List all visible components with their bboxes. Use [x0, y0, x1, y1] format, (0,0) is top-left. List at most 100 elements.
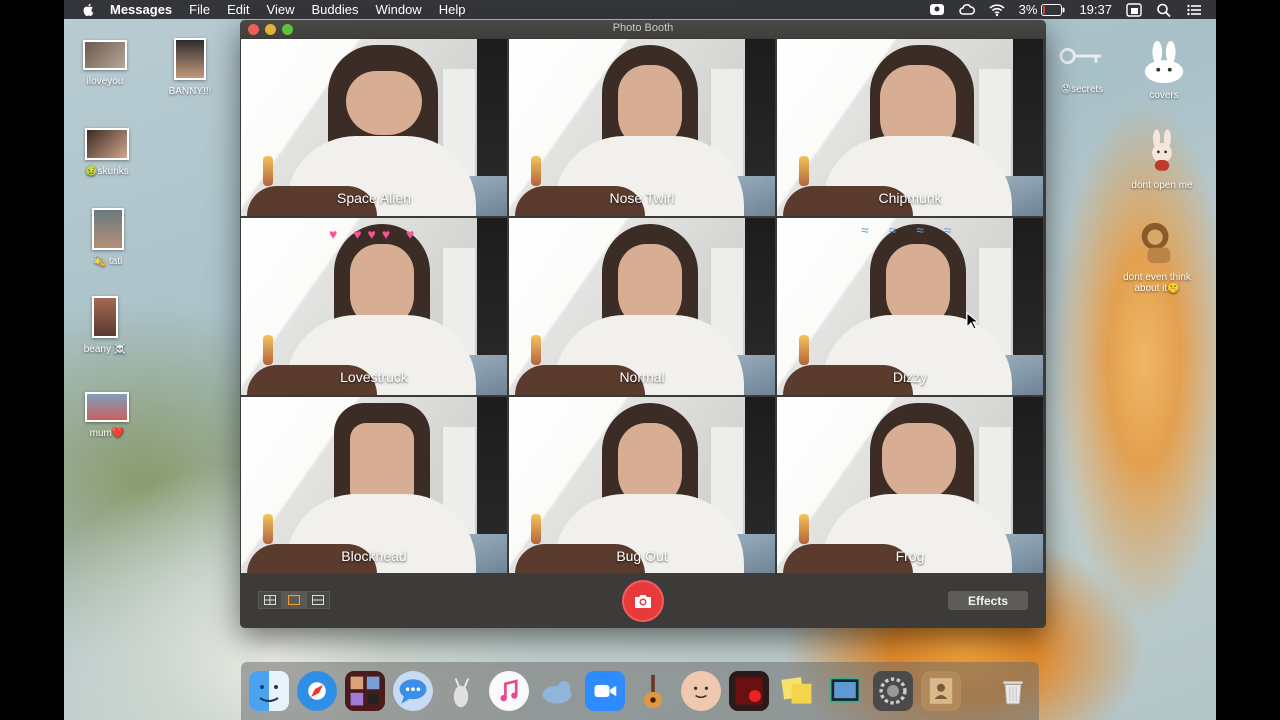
effect-tile-lovestruck[interactable]: ♥ ♥♥♥ ♥ Lovestruck: [241, 218, 507, 395]
menu-file[interactable]: File: [189, 2, 210, 17]
lion-sticker-icon: [1141, 222, 1171, 264]
desktop-icon-dont-even-think[interactable]: dont even think about it🤫: [1112, 218, 1202, 294]
effect-tile-space-alien[interactable]: Space Alien: [241, 39, 507, 216]
notification-center-icon[interactable]: [1186, 3, 1202, 17]
single-frame-icon: [288, 595, 300, 605]
menu-bar: Messages File Edit View Buddies Window H…: [64, 0, 1216, 19]
effect-tile-nose-twirl[interactable]: Nose Twirl: [509, 39, 775, 216]
trash-icon[interactable]: [993, 671, 1033, 711]
stickies-icon[interactable]: [777, 671, 817, 711]
effect-label: Bug Out: [616, 548, 668, 564]
messages-icon[interactable]: [393, 671, 433, 711]
effect-label: Blockhead: [341, 548, 407, 564]
photo-thumbnail: [85, 128, 129, 160]
desktop-icon-covers[interactable]: covers: [1124, 40, 1204, 101]
single-photo-button[interactable]: [282, 591, 306, 609]
desktop-icon-beany[interactable]: beany ☠️: [65, 296, 145, 355]
calendar-icon[interactable]: [1126, 2, 1142, 17]
system-preferences-icon[interactable]: [873, 671, 913, 711]
photo-thumbnail: [83, 40, 127, 70]
take-photo-button[interactable]: [622, 580, 664, 622]
status-area: 3% 19:37: [929, 0, 1216, 19]
garageband-icon[interactable]: [633, 671, 673, 711]
finder-icon[interactable]: [249, 671, 289, 711]
desktop-icon-skunks[interactable]: 🤢skunks: [67, 128, 147, 177]
layout-selector: [258, 591, 330, 609]
menu-help[interactable]: Help: [439, 2, 466, 17]
menu-buddies[interactable]: Buddies: [311, 2, 358, 17]
effects-button[interactable]: Effects: [948, 591, 1028, 610]
window-title: Photo Booth: [612, 22, 674, 34]
effect-label: Lovestruck: [340, 369, 408, 385]
desktop-icon-label: mum❤️: [89, 428, 125, 439]
photo-booth-toolbar: Effects: [240, 573, 1046, 628]
wifi-icon[interactable]: [989, 3, 1005, 17]
desktop-icon-label: iloveyou: [86, 76, 124, 87]
photo-thumbnail: [174, 38, 206, 80]
grid-icon: [264, 595, 276, 605]
effect-label: Normal: [619, 369, 665, 385]
desktop-icon-label: dont even think about it🤫: [1123, 272, 1191, 294]
desktop-icon-banny[interactable]: BANNY!!!: [150, 38, 230, 97]
window-titlebar[interactable]: Photo Booth: [240, 20, 1046, 38]
itunes-icon[interactable]: [489, 671, 529, 711]
rabbit-sticker-icon: [1152, 129, 1172, 171]
menu-view[interactable]: View: [267, 2, 295, 17]
photo-booth-icon[interactable]: [345, 671, 385, 711]
desktop-icon-mum[interactable]: mum❤️: [67, 392, 147, 439]
clock[interactable]: 19:37: [1079, 2, 1112, 17]
effect-tile-chipmunk[interactable]: Chipmunk: [777, 39, 1043, 216]
desktop-icon-tati[interactable]: 💫 tati: [68, 208, 148, 267]
desktop-icon-label: 💫 tati: [93, 256, 123, 267]
spotlight-search-icon[interactable]: [1156, 3, 1172, 17]
messages-status-icon[interactable]: [929, 3, 945, 17]
launchpad-icon[interactable]: [441, 671, 481, 711]
desktop-icon-secrets[interactable]: 😟secrets: [1042, 44, 1122, 95]
effect-tile-frog[interactable]: Frog: [777, 397, 1043, 574]
creative-cloud-icon[interactable]: [958, 3, 975, 17]
photo-booth-window: Photo Booth Space Alien Nose Twirl Chipm…: [240, 20, 1046, 628]
menu-edit[interactable]: Edit: [227, 2, 249, 17]
video-button[interactable]: [306, 591, 330, 609]
effect-label: Dizzy: [892, 369, 928, 385]
desktop-icon-label: covers: [1149, 90, 1179, 101]
battery-percentage: 3%: [1018, 2, 1038, 17]
effect-label: Space Alien: [337, 190, 411, 206]
desktop-icon-dont-open-me[interactable]: dont open me: [1122, 128, 1202, 191]
menu-window[interactable]: Window: [375, 2, 421, 17]
safari-icon[interactable]: [297, 671, 337, 711]
camera-icon: [635, 595, 651, 608]
effect-label: Chipmunk: [878, 190, 942, 206]
apple-menu-icon[interactable]: [81, 2, 96, 17]
effects-grid: Space Alien Nose Twirl Chipmunk ♥ ♥♥♥ ♥ …: [241, 39, 1045, 574]
mouse-pointer-icon: [966, 312, 978, 330]
hearts-effect-icon: ♥ ♥♥♥ ♥: [329, 226, 421, 242]
desktop-icon-iloveyou[interactable]: iloveyou: [65, 40, 145, 87]
effect-tile-blockhead[interactable]: Blockhead: [241, 397, 507, 574]
menu-app-name[interactable]: Messages: [110, 2, 172, 17]
desktop-icon-label: beany ☠️: [83, 344, 127, 355]
sequel-pro-icon[interactable]: [537, 671, 577, 711]
bunny-sticker-icon: [1144, 40, 1184, 84]
photo-thumbnail: [85, 392, 129, 422]
zoom-icon[interactable]: [585, 671, 625, 711]
four-up-button[interactable]: [258, 591, 282, 609]
contacts-icon[interactable]: [921, 671, 961, 711]
photo-booth-red-icon[interactable]: [729, 671, 769, 711]
effect-tile-normal[interactable]: Normal: [509, 218, 775, 395]
effect-tile-bug-out[interactable]: Bug Out: [509, 397, 775, 574]
effect-label: Frog: [895, 548, 925, 564]
dock: [241, 662, 1039, 720]
birds-effect-icon: ≈ ≈ ≈ ≈: [861, 222, 960, 238]
film-strip-icon: [312, 595, 324, 605]
photo-thumbnail: [92, 296, 118, 338]
battery-icon[interactable]: [1041, 3, 1065, 16]
desktop-icon-label: dont open me: [1131, 180, 1193, 191]
face-icon[interactable]: [681, 671, 721, 711]
desktop-icon-label: BANNY!!!: [168, 86, 212, 97]
key-icon: [1059, 47, 1102, 65]
desktop-icon-label: 😟secrets: [1060, 84, 1104, 95]
preview-icon[interactable]: [825, 671, 865, 711]
effect-label: Nose Twirl: [609, 190, 675, 206]
effect-tile-dizzy[interactable]: ≈ ≈ ≈ ≈ Dizzy: [777, 218, 1043, 395]
